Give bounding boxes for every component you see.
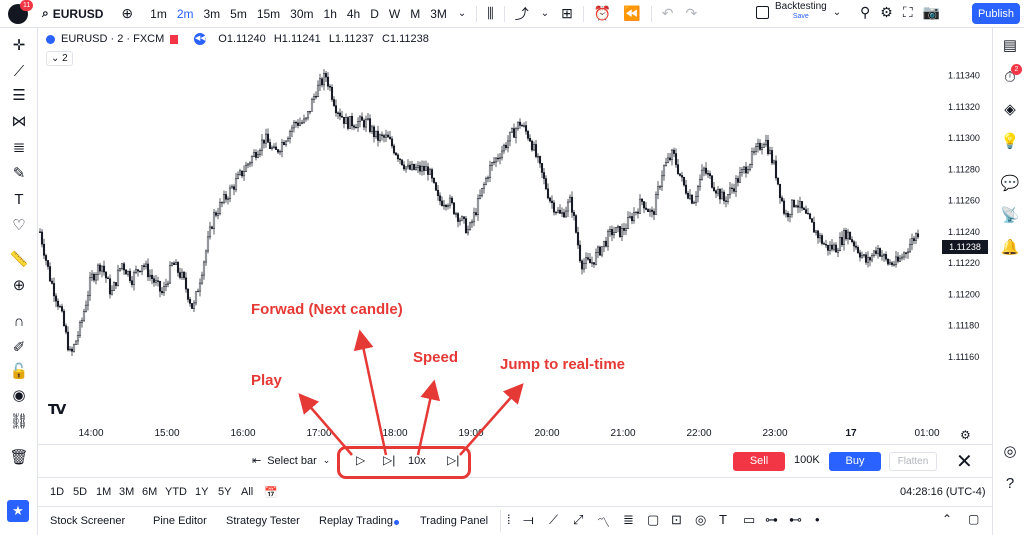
annotation-speed: Speed (413, 349, 459, 366)
arrow-speed (416, 379, 441, 456)
arrow-forward (353, 329, 388, 456)
annotation-forward: Forwad (Next candle) (251, 301, 403, 318)
annotation-play: Play (251, 372, 282, 389)
annotation-arrows (298, 329, 524, 456)
arrow-play (298, 393, 353, 456)
annotation-jump: Jump to real-time (500, 356, 626, 373)
arrow-jump (459, 383, 524, 456)
